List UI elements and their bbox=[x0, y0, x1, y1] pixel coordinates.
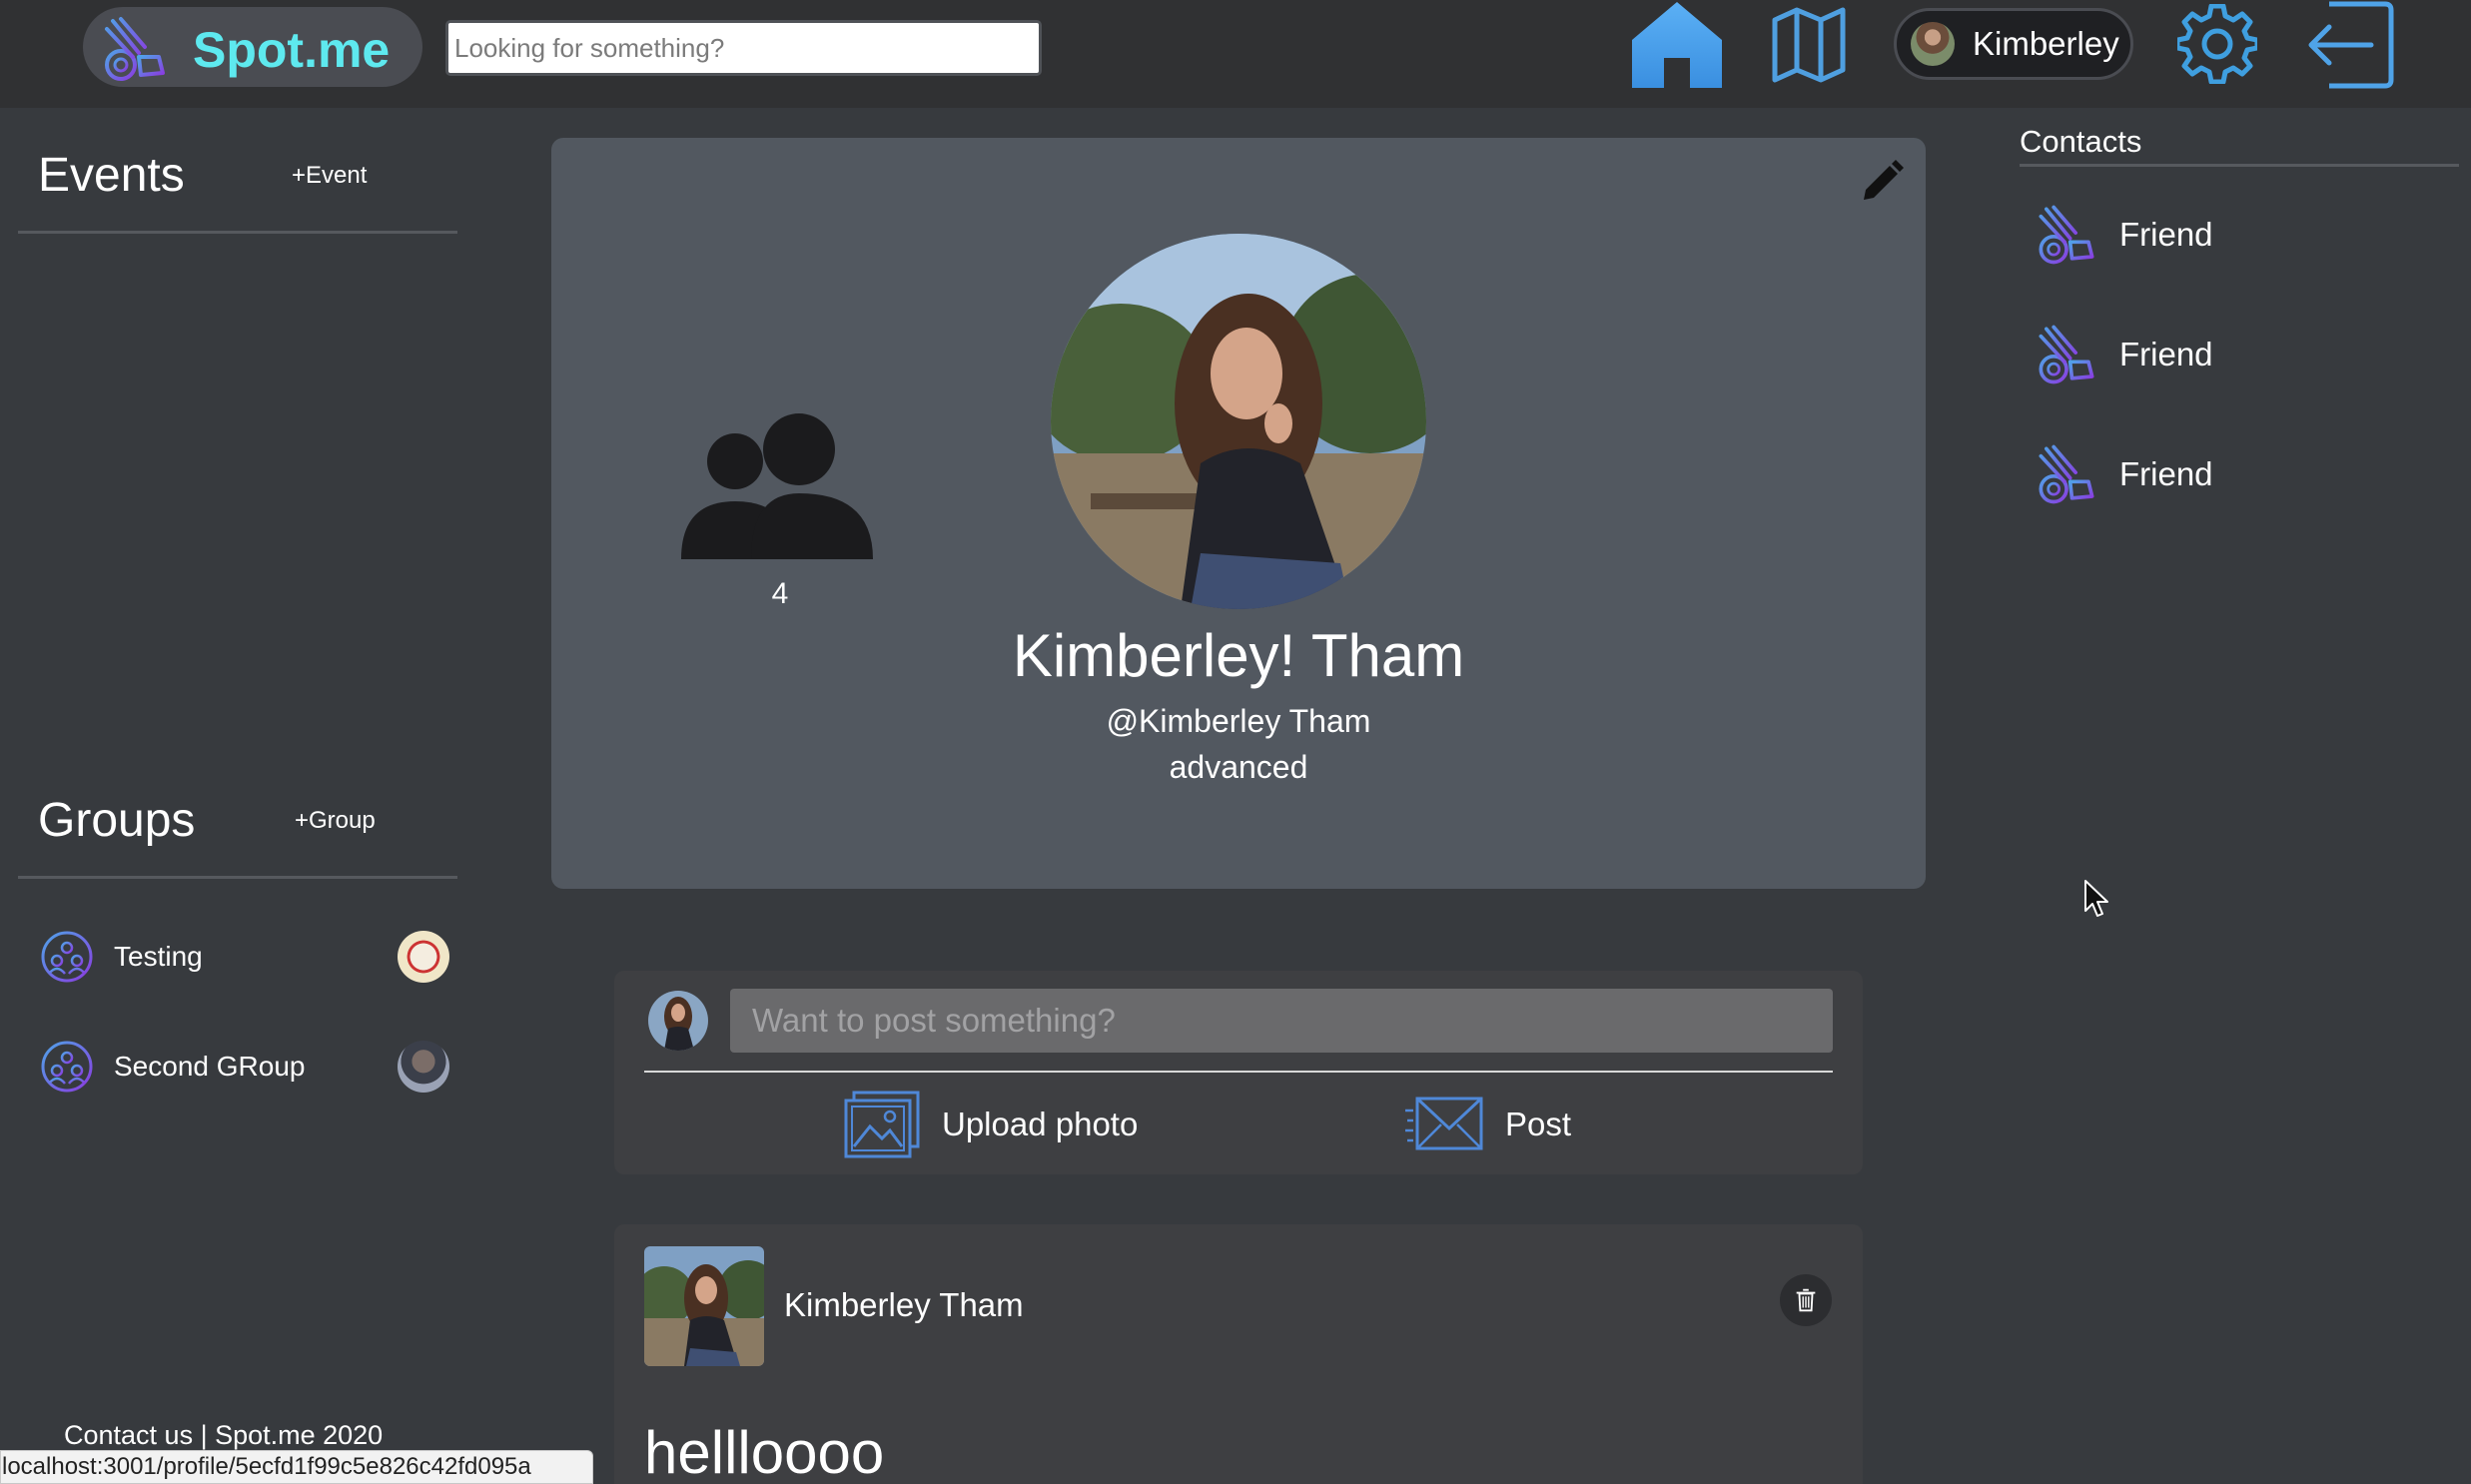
post-composer: Upload photo Post bbox=[614, 971, 1863, 1174]
post-input[interactable] bbox=[730, 989, 1833, 1053]
add-group-button[interactable]: +Group bbox=[295, 807, 376, 835]
edit-pencil-icon[interactable] bbox=[1856, 158, 1906, 208]
search-input[interactable] bbox=[445, 20, 1042, 76]
contact-avatar-icon bbox=[2039, 325, 2094, 384]
map-icon[interactable] bbox=[1769, 4, 1849, 84]
upload-photo-button[interactable]: Upload photo bbox=[842, 1087, 1138, 1162]
contact-name: Friend bbox=[2119, 455, 2213, 492]
contact-item[interactable]: Friend bbox=[2034, 320, 2213, 389]
groups-title: Groups bbox=[38, 794, 196, 847]
status-bar-url: localhost:3001/profile/5ecfd1f99c5e826c4… bbox=[0, 1450, 593, 1484]
user-profile-chip[interactable]: Kimberley bbox=[1894, 8, 2133, 80]
user-name: Kimberley bbox=[1973, 25, 2119, 62]
events-title: Events bbox=[38, 149, 185, 202]
user-avatar bbox=[1911, 22, 1955, 66]
contact-avatar-icon bbox=[2039, 444, 2094, 504]
envelope-send-icon bbox=[1405, 1097, 1483, 1150]
spotme-logo-icon bbox=[105, 17, 165, 81]
group-icon bbox=[41, 1041, 93, 1093]
post-body-text: hellloooo bbox=[644, 1419, 885, 1484]
contact-item[interactable]: Friend bbox=[2034, 200, 2213, 270]
friends-icon[interactable] bbox=[679, 409, 875, 559]
brand-home-link[interactable]: Spot.me bbox=[83, 7, 422, 87]
footer-text[interactable]: Contact us | Spot.me 2020 bbox=[64, 1420, 383, 1451]
composer-divider bbox=[644, 1071, 1833, 1073]
trash-icon bbox=[1796, 1288, 1816, 1312]
profile-level: advanced bbox=[1169, 749, 1308, 785]
home-icon[interactable] bbox=[1628, 0, 1726, 90]
add-event-button[interactable]: +Event bbox=[292, 162, 367, 190]
mouse-cursor-icon bbox=[2084, 880, 2108, 917]
contact-avatar-icon bbox=[2039, 205, 2094, 265]
profile-photo bbox=[1051, 234, 1426, 609]
friend-count: 4 bbox=[771, 577, 789, 610]
post-author-name[interactable]: Kimberley Tham bbox=[784, 1286, 1024, 1324]
post-label: Post bbox=[1505, 1106, 1572, 1142]
contact-item[interactable]: Friend bbox=[2034, 439, 2213, 509]
contact-name: Friend bbox=[2119, 336, 2213, 372]
group-name: Testing bbox=[114, 941, 203, 972]
contact-name: Friend bbox=[2119, 216, 2213, 253]
composer-avatar bbox=[648, 991, 708, 1051]
feed-post: Kimberley Tham hellloooo bbox=[614, 1224, 1863, 1484]
group-name: Second GRoup bbox=[114, 1051, 306, 1082]
image-upload-icon bbox=[844, 1091, 920, 1158]
group-item-second-group[interactable]: Second GRoup bbox=[40, 1035, 449, 1099]
events-divider bbox=[18, 231, 457, 234]
group-thumbnail bbox=[398, 1041, 449, 1093]
profile-card: 4 Kimberley! Tham @Kimberley Tham advanc… bbox=[551, 138, 1926, 889]
brand-name: Spot.me bbox=[193, 22, 391, 78]
groups-divider bbox=[18, 876, 457, 879]
group-icon bbox=[41, 931, 93, 983]
profile-handle: @Kimberley Tham bbox=[1106, 703, 1371, 739]
top-navbar: Spot.me Kimberley bbox=[0, 0, 2471, 108]
logout-icon[interactable] bbox=[2299, 0, 2394, 90]
profile-name: Kimberley! Tham bbox=[1012, 622, 1465, 689]
group-item-testing[interactable]: Testing bbox=[40, 925, 449, 989]
post-button[interactable]: Post bbox=[1405, 1087, 1571, 1162]
delete-post-button[interactable] bbox=[1780, 1274, 1832, 1326]
contacts-divider bbox=[2020, 164, 2459, 167]
upload-photo-label: Upload photo bbox=[942, 1106, 1139, 1142]
gear-icon[interactable] bbox=[2177, 4, 2257, 84]
post-author-avatar[interactable] bbox=[644, 1246, 764, 1366]
contacts-title: Contacts bbox=[2020, 124, 2142, 159]
group-thumbnail bbox=[398, 931, 449, 983]
